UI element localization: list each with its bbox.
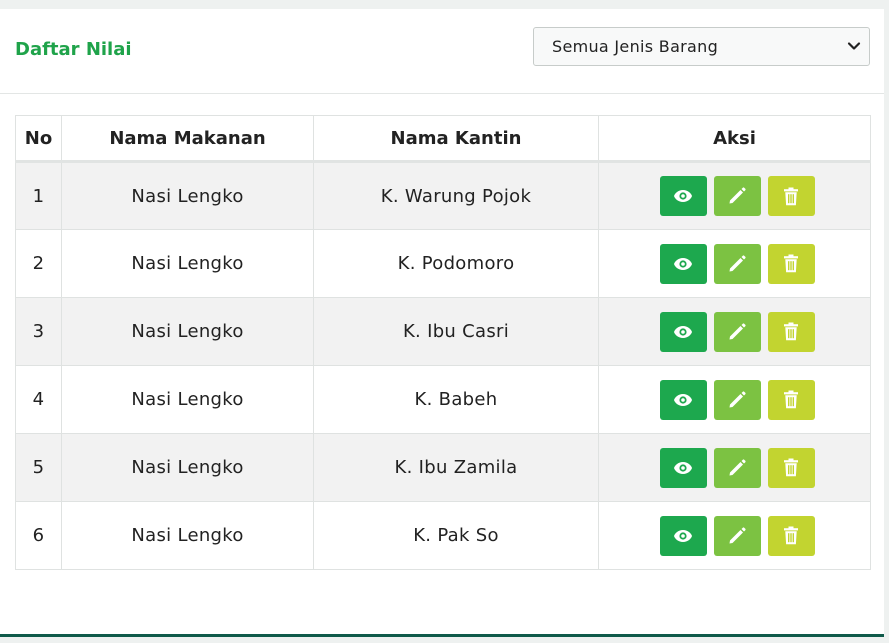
- trash-icon: [784, 458, 798, 477]
- cell-aksi: [598, 365, 871, 434]
- delete-button[interactable]: [767, 176, 815, 216]
- cell-aksi: [598, 229, 871, 298]
- table-header-row: No Nama Makanan Nama Kantin Aksi: [15, 115, 871, 163]
- cell-no: 3: [15, 297, 62, 366]
- cell-nama-makanan: Nasi Lengko: [61, 433, 314, 502]
- trash-icon: [784, 322, 798, 341]
- trash-icon: [784, 254, 798, 273]
- cell-aksi: [598, 501, 871, 570]
- edit-button[interactable]: [713, 447, 761, 488]
- delete-button[interactable]: [767, 379, 815, 420]
- pencil-icon: [729, 390, 746, 407]
- cell-nama-kantin: K. Ibu Zamila: [313, 433, 599, 502]
- action-group: [599, 243, 870, 284]
- nilai-card: Daftar Nilai Semua Jenis Barang No Nama …: [0, 9, 884, 637]
- cell-no: 1: [15, 161, 62, 230]
- edit-button[interactable]: [713, 379, 761, 420]
- view-button[interactable]: [659, 176, 707, 216]
- table-row: 6 Nasi Lengko K. Pak So: [15, 501, 871, 570]
- table-container: No Nama Makanan Nama Kantin Aksi 1 Nasi …: [15, 115, 871, 570]
- column-header-no: No: [15, 115, 62, 163]
- cell-no: 2: [15, 229, 62, 298]
- edit-button[interactable]: [713, 243, 761, 284]
- delete-button[interactable]: [767, 447, 815, 488]
- cell-nama-makanan: Nasi Lengko: [61, 297, 314, 366]
- view-button[interactable]: [659, 311, 707, 352]
- jenis-barang-select[interactable]: Semua Jenis Barang: [533, 27, 870, 66]
- cell-nama-kantin: K. Ibu Casri: [313, 297, 599, 366]
- table-body: 1 Nasi Lengko K. Warung Pojok 2 Nasi Len…: [15, 161, 871, 570]
- view-button[interactable]: [659, 515, 707, 556]
- cell-nama-makanan: Nasi Lengko: [61, 501, 314, 570]
- action-group: [599, 311, 870, 352]
- table-row: 5 Nasi Lengko K. Ibu Zamila: [15, 433, 871, 502]
- action-group: [599, 379, 870, 420]
- cell-nama-makanan: Nasi Lengko: [61, 161, 314, 230]
- table-row: 2 Nasi Lengko K. Podomoro: [15, 229, 871, 298]
- pencil-icon: [729, 526, 746, 543]
- table-row: 3 Nasi Lengko K. Ibu Casri: [15, 297, 871, 366]
- chevron-down-icon: [847, 42, 861, 50]
- column-header-nama-makanan: Nama Makanan: [61, 115, 314, 163]
- action-group: [599, 447, 870, 488]
- nilai-table: No Nama Makanan Nama Kantin Aksi 1 Nasi …: [15, 115, 871, 570]
- column-header-nama-kantin: Nama Kantin: [313, 115, 599, 163]
- eye-icon: [674, 393, 692, 406]
- action-group: [599, 515, 870, 556]
- delete-button[interactable]: [767, 515, 815, 556]
- view-button[interactable]: [659, 243, 707, 284]
- view-button[interactable]: [659, 447, 707, 488]
- pencil-icon: [729, 254, 746, 271]
- delete-button[interactable]: [767, 311, 815, 352]
- eye-icon: [674, 190, 692, 202]
- trash-icon: [784, 187, 798, 205]
- cell-nama-makanan: Nasi Lengko: [61, 365, 314, 434]
- table-row: 4 Nasi Lengko K. Babeh: [15, 365, 871, 434]
- table-row: 1 Nasi Lengko K. Warung Pojok: [15, 161, 871, 230]
- cell-aksi: [598, 433, 871, 502]
- cell-nama-kantin: K. Pak So: [313, 501, 599, 570]
- view-button[interactable]: [659, 379, 707, 420]
- trash-icon: [784, 390, 798, 409]
- pencil-icon: [729, 187, 746, 204]
- card-header: Daftar Nilai Semua Jenis Barang: [0, 9, 884, 94]
- cell-nama-kantin: K. Warung Pojok: [313, 161, 599, 230]
- cell-nama-makanan: Nasi Lengko: [61, 229, 314, 298]
- edit-button[interactable]: [713, 311, 761, 352]
- cell-no: 5: [15, 433, 62, 502]
- edit-button[interactable]: [713, 515, 761, 556]
- eye-icon: [674, 325, 692, 338]
- page-title: Daftar Nilai: [15, 39, 132, 60]
- cell-nama-kantin: K. Babeh: [313, 365, 599, 434]
- cell-no: 4: [15, 365, 62, 434]
- eye-icon: [674, 529, 692, 542]
- action-group: [599, 176, 870, 216]
- pencil-icon: [729, 458, 746, 475]
- delete-button[interactable]: [767, 243, 815, 284]
- column-header-aksi: Aksi: [598, 115, 871, 163]
- select-value: Semua Jenis Barang: [552, 37, 719, 56]
- edit-button[interactable]: [713, 176, 761, 216]
- pencil-icon: [729, 322, 746, 339]
- eye-icon: [674, 257, 692, 270]
- cell-aksi: [598, 297, 871, 366]
- trash-icon: [784, 526, 798, 545]
- eye-icon: [674, 461, 692, 474]
- cell-no: 6: [15, 501, 62, 570]
- cell-aksi: [598, 161, 871, 230]
- cell-nama-kantin: K. Podomoro: [313, 229, 599, 298]
